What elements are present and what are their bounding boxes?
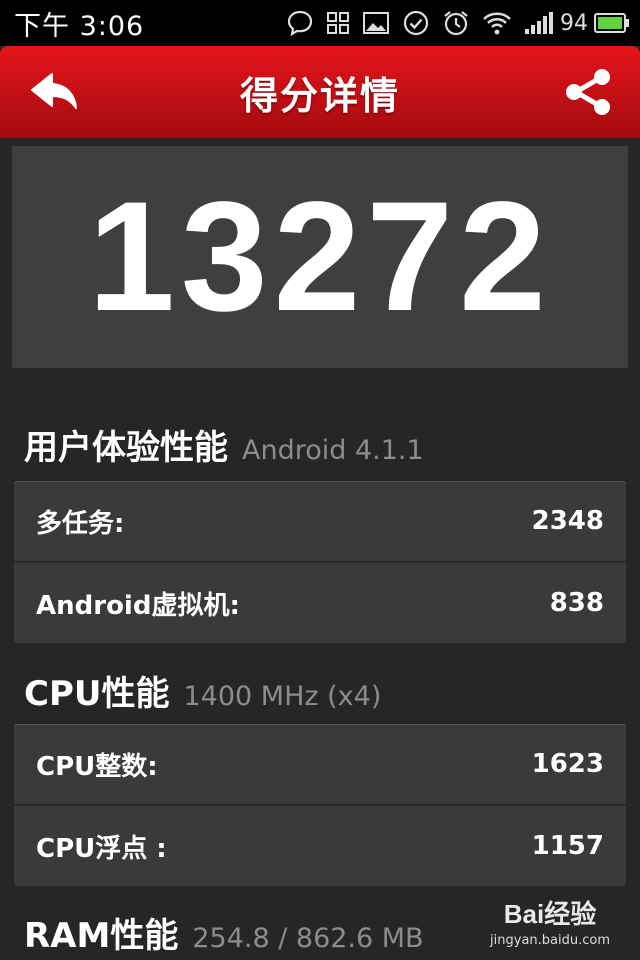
score-row-dalvik[interactable]: Android虚拟机: 838 (14, 561, 626, 643)
score-row-cpu-integer[interactable]: CPU整数: 1623 (14, 724, 626, 804)
alarm-icon (442, 9, 470, 37)
section-subtitle: 254.8 / 862.6 MB (192, 923, 424, 954)
row-value: 1157 (531, 831, 604, 861)
status-icons: 94 (274, 9, 630, 37)
total-score: 13272 (88, 170, 552, 344)
back-arrow-icon (31, 73, 77, 109)
section-subtitle: 1400 MHz (x4) (183, 681, 382, 712)
battery-icon (594, 12, 630, 34)
app-bar: 得分详情 (0, 46, 640, 138)
section-ram-header: RAM性能 254.8 / 862.6 MB (24, 908, 424, 957)
grid-icon (326, 11, 350, 35)
section-cpu-card: CPU整数: 1623 CPU浮点 : 1157 (14, 724, 626, 886)
wifi-icon (482, 10, 512, 36)
section-title: 用户体验性能 (24, 428, 228, 468)
image-icon (362, 11, 390, 35)
status-bar: 下午 3:06 94 (0, 0, 640, 46)
watermark-url: jingyan.baidu.com (490, 933, 610, 948)
row-label: 多任务: (36, 508, 125, 539)
row-value: 838 (549, 588, 604, 618)
signal-icon (524, 11, 554, 35)
baidu-watermark: Bai经验 jingyan.baidu.com (490, 894, 610, 948)
section-title: CPU性能 (24, 674, 170, 714)
chat-bubble-icon (286, 9, 314, 37)
page-title: 得分详情 (239, 73, 400, 118)
total-score-panel: 13272 (12, 146, 628, 368)
share-button[interactable] (562, 66, 614, 118)
share-icon (566, 69, 610, 115)
watermark-brand: Bai经验 (503, 899, 597, 929)
score-row-multitask[interactable]: 多任务: 2348 (14, 481, 626, 561)
section-ux-header: 用户体验性能 Android 4.1.1 (24, 420, 424, 469)
section-subtitle: Android 4.1.1 (242, 435, 424, 466)
check-circle-icon (402, 9, 430, 37)
section-title: RAM性能 (24, 916, 179, 956)
row-label: CPU整数: (36, 751, 158, 782)
section-ux-card: 多任务: 2348 Android虚拟机: 838 (14, 481, 626, 643)
row-value: 1623 (531, 749, 604, 779)
section-cpu-header: CPU性能 1400 MHz (x4) (24, 666, 381, 715)
status-time: 下午 3:06 (14, 10, 145, 42)
back-button[interactable] (30, 70, 80, 114)
row-value: 2348 (531, 506, 604, 536)
score-row-cpu-float[interactable]: CPU浮点 : 1157 (14, 804, 626, 886)
battery-percent: 94 (560, 10, 588, 36)
row-label: Android虚拟机: (36, 590, 240, 621)
row-label: CPU浮点 : (36, 833, 167, 864)
